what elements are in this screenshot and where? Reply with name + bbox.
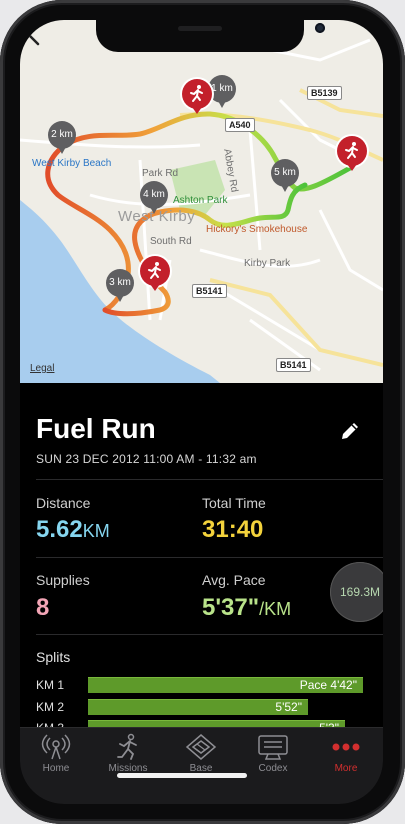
distance-unit: KM bbox=[82, 521, 110, 541]
map-label-park-rd: Park Rd bbox=[142, 168, 179, 179]
split-bar: Pace 4'42" bbox=[88, 677, 363, 693]
avg-pace-unit: /KM bbox=[259, 599, 292, 619]
distance-value: 5.62KM bbox=[36, 516, 110, 544]
map-label-south-rd: South Rd bbox=[150, 236, 192, 247]
runner-icon bbox=[190, 85, 203, 102]
tab-home-label: Home bbox=[42, 763, 70, 774]
runner-end-pin[interactable] bbox=[337, 136, 367, 171]
supplies-circle-button[interactable]: 169.3M bbox=[330, 562, 383, 622]
runner-start-pin[interactable] bbox=[182, 79, 212, 114]
edit-pencil-icon[interactable] bbox=[338, 419, 362, 443]
tab-codex[interactable]: Codex bbox=[237, 730, 309, 778]
tab-home[interactable]: Home bbox=[20, 730, 92, 778]
route-map[interactable]: West Kirby Beach Park Rd West Kirby Sout… bbox=[20, 20, 383, 383]
road-badge: B5141 bbox=[276, 358, 311, 372]
avg-pace-label: Avg. Pace bbox=[202, 572, 266, 588]
split-label: KM 1 bbox=[36, 678, 65, 692]
tab-more-label: More bbox=[334, 763, 358, 774]
distance-label: Distance bbox=[36, 495, 91, 511]
road-badge: A540 bbox=[225, 118, 255, 132]
divider bbox=[36, 479, 383, 480]
avg-pace-value: 5'37"/KM bbox=[202, 594, 291, 622]
tab-bar: Home Missions Base Codex More bbox=[20, 727, 383, 804]
avg-pace-number: 5'37" bbox=[202, 594, 260, 621]
supplies-label: Supplies bbox=[36, 572, 90, 588]
runner-icon bbox=[117, 733, 137, 760]
codex-icon bbox=[258, 735, 288, 760]
base-icon bbox=[185, 734, 217, 760]
more-dots-icon bbox=[332, 743, 360, 751]
runner-icon bbox=[345, 142, 358, 159]
radio-tower-icon bbox=[41, 734, 71, 760]
run-date: SUN 23 DEC 2012 11:00 AM - 11:32 am bbox=[36, 452, 257, 466]
split-pace: 5'52" bbox=[275, 700, 302, 714]
split-bar: 5'52" bbox=[88, 699, 308, 715]
km-marker[interactable]: 2 km bbox=[48, 121, 76, 154]
front-camera bbox=[315, 23, 325, 33]
runner-current-pin[interactable] bbox=[140, 256, 170, 291]
run-title: Fuel Run bbox=[36, 413, 156, 444]
back-chevron-icon[interactable] bbox=[20, 20, 48, 48]
tab-base[interactable]: Base bbox=[165, 730, 237, 778]
total-time-value: 31:40 bbox=[202, 516, 264, 543]
runner-icon bbox=[148, 262, 161, 279]
map-legal-link[interactable]: Legal bbox=[30, 363, 54, 374]
divider bbox=[36, 634, 383, 635]
splits-title: Splits bbox=[36, 649, 71, 665]
divider bbox=[36, 557, 383, 558]
total-time-label: Total Time bbox=[202, 495, 266, 511]
km-marker[interactable]: 3 km bbox=[106, 269, 134, 302]
tab-missions[interactable]: Missions bbox=[92, 730, 164, 778]
km-marker[interactable]: 5 km bbox=[271, 159, 299, 192]
supplies-value: 8 bbox=[36, 594, 50, 621]
km-marker[interactable]: 4 km bbox=[140, 181, 168, 214]
tab-codex-label: Codex bbox=[258, 763, 288, 774]
screen: West Kirby Beach Park Rd West Kirby Sout… bbox=[20, 20, 383, 804]
speaker-grille bbox=[178, 26, 222, 31]
split-pace: Pace 4'42" bbox=[299, 678, 357, 692]
map-label-beach: West Kirby Beach bbox=[32, 158, 112, 169]
run-details: Fuel Run SUN 23 DEC 2012 11:00 AM - 11:3… bbox=[20, 383, 383, 736]
phone-notch bbox=[96, 20, 325, 52]
km-marker[interactable]: 1 km bbox=[208, 75, 236, 108]
tab-more[interactable]: More bbox=[310, 730, 382, 778]
home-indicator[interactable] bbox=[117, 773, 247, 778]
map-label-ashton-park: Ashton Park bbox=[173, 195, 228, 206]
map-label-hickorys: Hickory's Smokehouse bbox=[206, 224, 308, 235]
road-badge: B5139 bbox=[307, 86, 342, 100]
split-label: KM 2 bbox=[36, 700, 65, 714]
map-label-kirby-park: Kirby Park bbox=[244, 258, 291, 269]
distance-number: 5.62 bbox=[36, 516, 83, 543]
road-badge: B5141 bbox=[192, 284, 227, 298]
